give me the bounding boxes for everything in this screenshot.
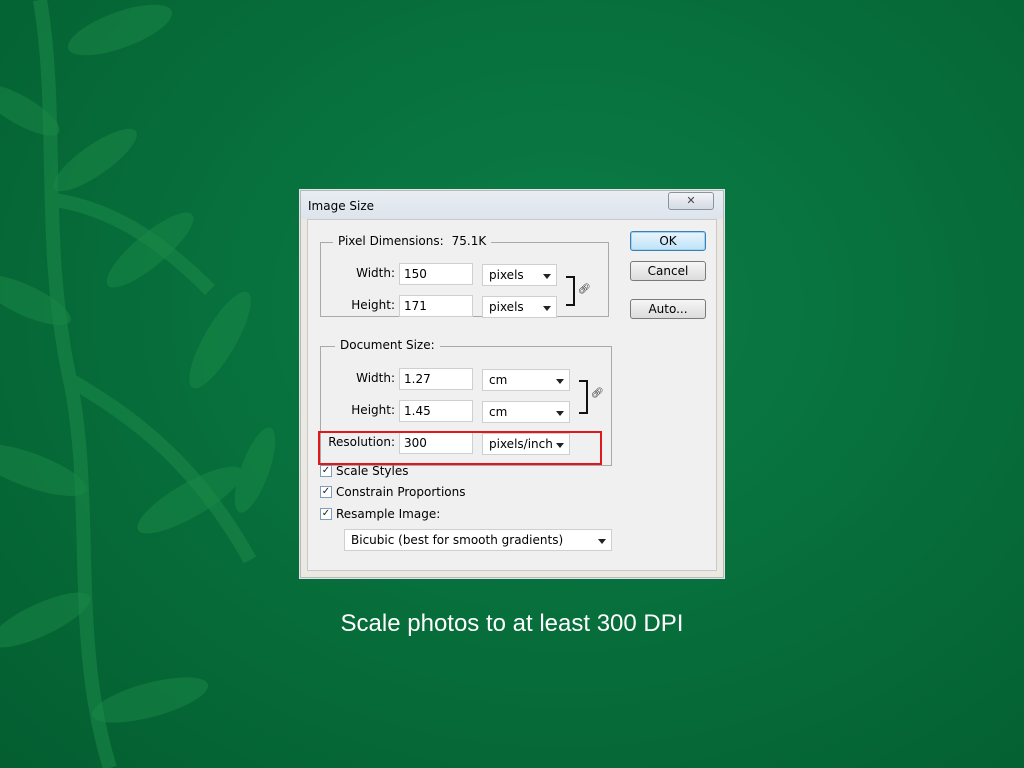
pixel-width-label: Width: — [356, 266, 395, 280]
resample-image-label: Resample Image: — [336, 507, 441, 521]
constrain-bracket — [566, 276, 575, 306]
ok-button[interactable]: OK — [630, 231, 706, 251]
dialog-titlebar[interactable]: Image Size ✕ — [301, 191, 723, 219]
doc-height-input[interactable]: 1.45 — [399, 400, 473, 422]
pixel-height-label: Height: — [351, 298, 395, 312]
pixel-width-unit: pixels — [489, 268, 524, 282]
cancel-button[interactable]: Cancel — [630, 261, 706, 281]
doc-width-label: Width: — [356, 371, 395, 385]
chevron-down-icon — [598, 539, 606, 544]
pixel-width-input[interactable]: 150 — [399, 263, 473, 285]
resolution-highlight-box — [318, 431, 602, 465]
document-size-legend: Document Size: — [335, 338, 440, 352]
pixel-height-input[interactable]: 171 — [399, 295, 473, 317]
resample-method-select[interactable]: Bicubic (best for smooth gradients) — [344, 529, 612, 551]
pixel-dimensions-label: Pixel Dimensions: — [338, 234, 444, 248]
image-size-dialog: Image Size ✕ Pixel Dimensions: 75.1K Widt… — [300, 190, 724, 578]
chain-link-icon: 🔗︎ — [578, 284, 591, 295]
constrain-proportions-checkbox[interactable]: ✓ — [320, 486, 332, 498]
constrain-bracket — [579, 380, 588, 414]
chain-link-icon: 🔗︎ — [591, 388, 604, 399]
chevron-down-icon — [556, 411, 564, 416]
resample-image-checkbox[interactable]: ✓ — [320, 508, 332, 520]
doc-height-unit-select[interactable]: cm — [482, 401, 570, 423]
chevron-down-icon — [556, 379, 564, 384]
pixel-height-unit: pixels — [489, 300, 524, 314]
constrain-proportions-label: Constrain Proportions — [336, 485, 466, 499]
doc-width-unit-select[interactable]: cm — [482, 369, 570, 391]
pixel-width-unit-select[interactable]: pixels — [482, 264, 557, 286]
pixel-dimensions-size: 75.1K — [451, 234, 487, 248]
dialog-body: Pixel Dimensions: 75.1K Width: 150 pixels… — [307, 219, 717, 571]
pixel-dimensions-legend: Pixel Dimensions: 75.1K — [333, 234, 492, 248]
doc-width-input[interactable]: 1.27 — [399, 368, 473, 390]
doc-height-unit: cm — [489, 405, 508, 419]
chevron-down-icon — [543, 306, 551, 311]
dialog-title: Image Size — [308, 199, 375, 213]
doc-height-label: Height: — [351, 403, 395, 417]
chevron-down-icon — [543, 274, 551, 279]
pixel-height-unit-select[interactable]: pixels — [482, 296, 557, 318]
scale-styles-checkbox[interactable]: ✓ — [320, 465, 332, 477]
close-icon: ✕ — [686, 194, 696, 207]
doc-width-unit: cm — [489, 373, 508, 387]
slide-caption: Scale photos to at least 300 DPI — [340, 610, 684, 637]
resample-method-value: Bicubic (best for smooth gradients) — [351, 533, 564, 547]
auto-button[interactable]: Auto... — [630, 299, 706, 319]
scale-styles-label: Scale Styles — [336, 464, 409, 478]
close-button[interactable]: ✕ — [668, 192, 714, 210]
